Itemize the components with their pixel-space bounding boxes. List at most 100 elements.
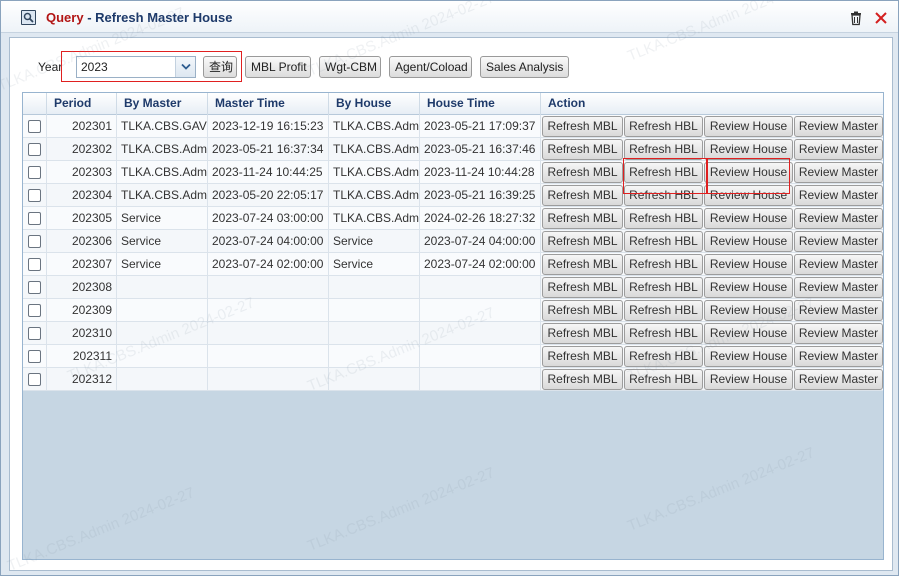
table-row[interactable]: 202301 TLKA.CBS.GAV 2023-12-19 16:15:23 TLK…	[23, 115, 883, 138]
review-house-button[interactable]: Review House	[704, 277, 793, 298]
row-checkbox[interactable]	[28, 235, 41, 248]
review-house-button[interactable]: Review House	[704, 185, 793, 206]
row-checkbox[interactable]	[28, 304, 41, 317]
refresh-hbl-button[interactable]: Refresh HBL	[624, 346, 703, 367]
cell-house-time: 2023-07-24 04:00:00	[420, 230, 541, 252]
table-row[interactable]: 202310 Refresh MBL Refresh HBL Review House…	[23, 322, 883, 345]
refresh-hbl-button[interactable]: Refresh HBL	[624, 277, 703, 298]
row-checkbox[interactable]	[28, 143, 41, 156]
refresh-mbl-button[interactable]: Refresh MBL	[542, 231, 623, 252]
refresh-hbl-button[interactable]: Refresh HBL	[624, 162, 703, 183]
row-checkbox[interactable]	[28, 350, 41, 363]
review-master-button[interactable]: Review Master	[794, 254, 883, 275]
window-title: Query - Refresh Master House	[46, 10, 232, 25]
row-checkbox[interactable]	[28, 281, 41, 294]
table-row[interactable]: 202303 TLKA.CBS.Adm 2023-11-24 10:44:25 TLK…	[23, 161, 883, 184]
cell-master-time: 2023-12-19 16:15:23	[208, 115, 329, 137]
refresh-mbl-button[interactable]: Refresh MBL	[542, 369, 623, 390]
refresh-mbl-button[interactable]: Refresh MBL	[542, 254, 623, 275]
cell-period: 202308	[47, 276, 117, 298]
year-label: Year	[38, 60, 63, 74]
review-master-button[interactable]: Review Master	[794, 185, 883, 206]
header-by-master[interactable]: By Master	[117, 93, 208, 115]
refresh-hbl-button[interactable]: Refresh HBL	[624, 300, 703, 321]
review-house-button[interactable]: Review House	[704, 369, 793, 390]
cell-by-master	[117, 322, 208, 344]
table-row[interactable]: 202307 Service 2023-07-24 02:00:00 Service 2…	[23, 253, 883, 276]
refresh-mbl-button[interactable]: Refresh MBL	[542, 162, 623, 183]
review-house-button[interactable]: Review House	[704, 254, 793, 275]
refresh-hbl-button[interactable]: Refresh HBL	[624, 139, 703, 160]
cell-master-time	[208, 345, 329, 367]
refresh-mbl-button[interactable]: Refresh MBL	[542, 139, 623, 160]
cell-master-time	[208, 299, 329, 321]
header-by-house[interactable]: By House	[329, 93, 420, 115]
query-button[interactable]: 查询	[203, 56, 237, 78]
row-checkbox[interactable]	[28, 258, 41, 271]
row-checkbox[interactable]	[28, 166, 41, 179]
table-row[interactable]: 202311 Refresh MBL Refresh HBL Review House…	[23, 345, 883, 368]
refresh-mbl-button[interactable]: Refresh MBL	[542, 116, 623, 137]
review-master-button[interactable]: Review Master	[794, 162, 883, 183]
row-checkbox[interactable]	[28, 189, 41, 202]
main-panel: Year 2023 查询 MBL Profit Wgt-CBM Agent/Co…	[9, 37, 893, 571]
review-master-button[interactable]: Review Master	[794, 116, 883, 137]
review-master-button[interactable]: Review Master	[794, 346, 883, 367]
table-row[interactable]: 202304 TLKA.CBS.Adm 2023-05-20 22:05:17 TLK…	[23, 184, 883, 207]
refresh-mbl-button[interactable]: Refresh MBL	[542, 346, 623, 367]
cell-master-time: 2023-05-20 22:05:17	[208, 184, 329, 206]
refresh-hbl-button[interactable]: Refresh HBL	[624, 185, 703, 206]
review-house-button[interactable]: Review House	[704, 208, 793, 229]
review-house-button[interactable]: Review House	[704, 139, 793, 160]
close-icon[interactable]	[873, 10, 889, 26]
cell-by-house: TLKA.CBS.Adm	[329, 115, 420, 137]
header-period[interactable]: Period	[47, 93, 117, 115]
refresh-mbl-button[interactable]: Refresh MBL	[542, 323, 623, 344]
review-master-button[interactable]: Review Master	[794, 231, 883, 252]
table-row[interactable]: 202306 Service 2023-07-24 04:00:00 Service 2…	[23, 230, 883, 253]
wgt-cbm-button[interactable]: Wgt-CBM	[319, 56, 381, 78]
refresh-hbl-button[interactable]: Refresh HBL	[624, 323, 703, 344]
query-toolbar: Year 2023 查询 MBL Profit Wgt-CBM Agent/Co…	[10, 38, 892, 90]
row-checkbox[interactable]	[28, 212, 41, 225]
review-house-button[interactable]: Review House	[704, 300, 793, 321]
header-house-time[interactable]: House Time	[420, 93, 541, 115]
refresh-hbl-button[interactable]: Refresh HBL	[624, 254, 703, 275]
refresh-mbl-button[interactable]: Refresh MBL	[542, 185, 623, 206]
header-action: Action	[548, 96, 586, 110]
cell-by-house: TLKA.CBS.Adm	[329, 184, 420, 206]
table-row[interactable]: 202308 Refresh MBL Refresh HBL Review House…	[23, 276, 883, 299]
table-row[interactable]: 202312 Refresh MBL Refresh HBL Review House…	[23, 368, 883, 391]
refresh-hbl-button[interactable]: Refresh HBL	[624, 208, 703, 229]
table-row[interactable]: 202302 TLKA.CBS.Adm 2023-05-21 16:37:34 TLK…	[23, 138, 883, 161]
refresh-hbl-button[interactable]: Refresh HBL	[624, 116, 703, 137]
cell-by-house	[329, 276, 420, 298]
row-checkbox[interactable]	[28, 373, 41, 386]
review-house-button[interactable]: Review House	[704, 323, 793, 344]
review-house-button[interactable]: Review House	[704, 231, 793, 252]
agent-coload-button[interactable]: Agent/Coload	[389, 56, 472, 78]
mbl-profit-button[interactable]: MBL Profit	[245, 56, 311, 78]
review-master-button[interactable]: Review Master	[794, 323, 883, 344]
refresh-hbl-button[interactable]: Refresh HBL	[624, 369, 703, 390]
row-checkbox[interactable]	[28, 327, 41, 340]
review-house-button[interactable]: Review House	[704, 346, 793, 367]
table-row[interactable]: 202305 Service 2023-07-24 03:00:00 TLKA.CBS…	[23, 207, 883, 230]
review-master-button[interactable]: Review Master	[794, 369, 883, 390]
review-house-button[interactable]: Review House	[704, 116, 793, 137]
refresh-mbl-button[interactable]: Refresh MBL	[542, 277, 623, 298]
review-house-button[interactable]: Review House	[704, 162, 793, 183]
refresh-mbl-button[interactable]: Refresh MBL	[542, 208, 623, 229]
review-master-button[interactable]: Review Master	[794, 208, 883, 229]
review-master-button[interactable]: Review Master	[794, 277, 883, 298]
cell-by-house: TLKA.CBS.Adm	[329, 161, 420, 183]
refresh-hbl-button[interactable]: Refresh HBL	[624, 231, 703, 252]
row-checkbox[interactable]	[28, 120, 41, 133]
refresh-mbl-button[interactable]: Refresh MBL	[542, 300, 623, 321]
review-master-button[interactable]: Review Master	[794, 139, 883, 160]
trash-icon[interactable]	[848, 10, 864, 26]
review-master-button[interactable]: Review Master	[794, 300, 883, 321]
header-master-time[interactable]: Master Time	[208, 93, 329, 115]
table-row[interactable]: 202309 Refresh MBL Refresh HBL Review House…	[23, 299, 883, 322]
sales-analysis-button[interactable]: Sales Analysis	[480, 56, 569, 78]
